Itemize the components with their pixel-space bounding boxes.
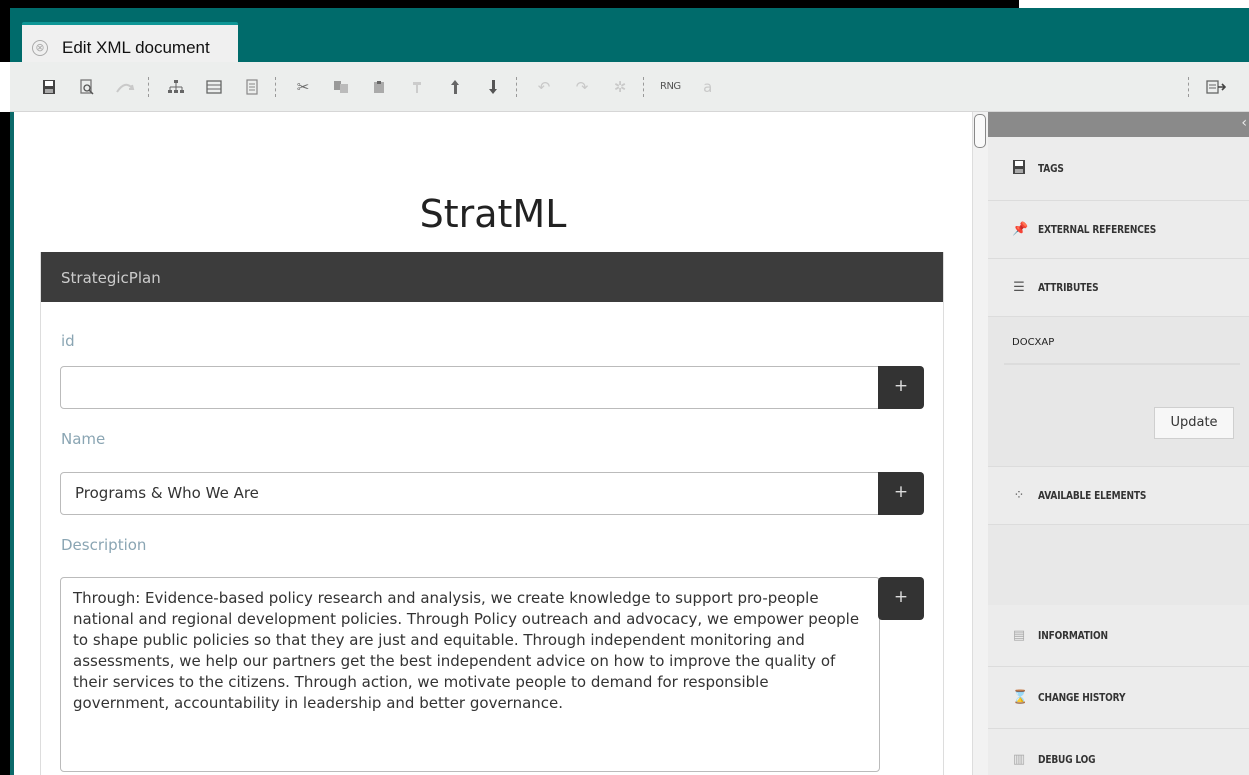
chevron-left-icon[interactable]: ‹	[1241, 115, 1247, 131]
scrollbar[interactable]	[972, 112, 988, 775]
sidebar-section-tags[interactable]: TAGS	[988, 137, 1249, 201]
paste-icon[interactable]	[368, 76, 390, 98]
page-title: StratML	[419, 192, 567, 236]
description-label: Description	[61, 536, 147, 554]
sidebar-label: EXTERNAL REFERENCES	[1038, 223, 1157, 236]
right-sidebar: ‹ TAGS 📌 EXTERNAL REFERENCES ☰ ATTRIBUTE…	[988, 112, 1249, 775]
toolbar-right	[1188, 76, 1243, 98]
rng-validate-button[interactable]: RNG	[660, 81, 681, 92]
document-icon[interactable]	[241, 76, 263, 98]
description-add-button[interactable]: +	[878, 577, 924, 620]
panel-header[interactable]: StrategicPlan	[41, 252, 943, 302]
update-button[interactable]: Update	[1154, 407, 1234, 439]
validate-icon[interactable]: a	[697, 76, 719, 98]
tab-bar: ⊗ Edit XML document	[0, 0, 1249, 70]
sidebar-section-debug-log[interactable]: ▥ DEBUG LOG	[988, 729, 1249, 775]
tab-label: Edit XML document	[62, 37, 210, 57]
attribute-name: DOCXAP	[1012, 337, 1055, 348]
sidebar-section-change-history[interactable]: ⌛ CHANGE HISTORY	[988, 667, 1249, 729]
tab-bar-topline	[1019, 0, 1249, 8]
move-up-icon[interactable]	[444, 76, 466, 98]
cut-icon[interactable]: ✂	[292, 76, 314, 98]
attributes-panel: DOCXAP Update	[988, 317, 1249, 467]
available-elements-panel	[988, 525, 1249, 605]
tag-icon	[1012, 159, 1026, 179]
sidebar-section-attributes[interactable]: ☰ ATTRIBUTES	[988, 259, 1249, 317]
sidebar-section-external-references[interactable]: 📌 EXTERNAL REFERENCES	[988, 201, 1249, 259]
move-down-icon[interactable]	[482, 76, 504, 98]
document-editor: StratML StrategicPlan id + Name Programs…	[14, 112, 972, 775]
bug-icon[interactable]: ✲	[609, 76, 631, 98]
id-field[interactable]	[60, 366, 880, 409]
sidebar-section-information[interactable]: ▤ INFORMATION	[988, 605, 1249, 667]
toolbar-separator	[516, 76, 517, 97]
toolbar-separator	[275, 76, 276, 97]
close-icon[interactable]: ⊗	[32, 39, 48, 56]
window-left-border	[0, 112, 10, 775]
save-icon[interactable]	[38, 76, 60, 98]
sidebar-label: DEBUG LOG	[1038, 753, 1096, 766]
tree-icon[interactable]	[165, 76, 187, 98]
id-label: id	[61, 332, 75, 350]
history-icon: ⌛	[1012, 690, 1029, 705]
sidebar-top-bar: ‹	[988, 112, 1249, 137]
scrollbar-thumb[interactable]	[974, 114, 986, 148]
toolbar: ✂ ↶ ↷ ✲ RNG a	[10, 62, 1249, 112]
sidebar-section-available-elements[interactable]: ⁘ AVAILABLE ELEMENTS	[988, 467, 1249, 525]
sidebar-label: TAGS	[1038, 162, 1064, 175]
sidebar-label: ATTRIBUTES	[1038, 281, 1099, 294]
attribute-input[interactable]	[1004, 363, 1240, 365]
log-icon: ▥	[1012, 752, 1026, 767]
toolbar-separator	[1188, 77, 1189, 97]
pin-icon: 📌	[1012, 222, 1029, 237]
strategic-plan-panel: StrategicPlan id + Name Programs & Who W…	[40, 252, 944, 775]
redo-icon[interactable]: ↷	[571, 76, 593, 98]
preview-icon[interactable]	[76, 76, 98, 98]
sidebar-label: INFORMATION	[1038, 629, 1108, 642]
name-field[interactable]: Programs & Who We Are	[60, 472, 880, 515]
name-add-button[interactable]: +	[878, 472, 924, 515]
reload-icon[interactable]	[114, 76, 136, 98]
sidebar-label: CHANGE HISTORY	[1038, 691, 1126, 704]
sidebar-label: AVAILABLE ELEMENTS	[1038, 489, 1147, 502]
name-label: Name	[61, 430, 106, 448]
export-icon[interactable]	[1205, 76, 1227, 98]
list-icon: ☰	[1013, 280, 1025, 295]
information-icon: ▤	[1012, 628, 1026, 643]
table-icon[interactable]	[203, 76, 225, 98]
toolbar-separator	[643, 76, 644, 97]
copy-icon[interactable]	[330, 76, 352, 98]
id-add-button[interactable]: +	[878, 366, 924, 409]
description-field[interactable]: Through: Evidence-based policy research …	[60, 577, 880, 772]
paste-before-icon[interactable]	[406, 76, 428, 98]
elements-icon: ⁘	[1013, 488, 1025, 503]
undo-icon[interactable]: ↶	[533, 76, 555, 98]
toolbar-separator	[148, 76, 149, 97]
